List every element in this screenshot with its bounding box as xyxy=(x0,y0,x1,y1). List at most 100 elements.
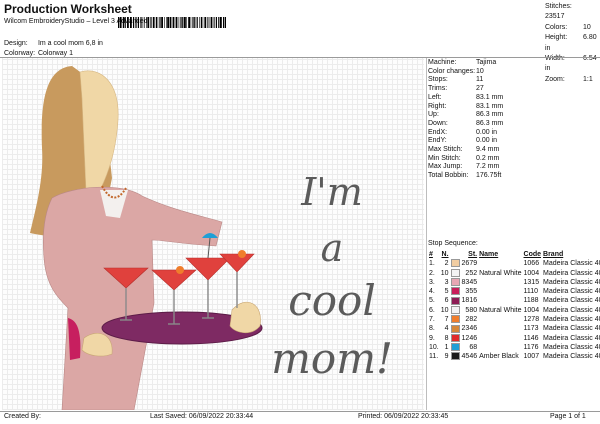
col-index: # xyxy=(429,251,433,258)
color-swatch xyxy=(450,315,461,324)
barcode-bar xyxy=(167,17,169,28)
row-needle: 10 xyxy=(440,306,449,314)
design-text-line1: I'm xyxy=(301,170,363,214)
barcode-bar xyxy=(200,17,202,28)
row-color-name xyxy=(478,296,522,305)
swatch-icon xyxy=(450,296,460,305)
swatch-icon xyxy=(450,268,460,277)
row-brand: Madeira Classic 40 xyxy=(543,334,600,342)
color-swatch xyxy=(450,259,461,268)
barcode-bar xyxy=(140,17,141,28)
row-stitches: 2346 xyxy=(461,325,478,333)
row-code: 1004 xyxy=(523,269,540,277)
page-title: Production Worksheet xyxy=(4,2,132,16)
row-brand: Madeira Classic 40 xyxy=(543,343,600,351)
machine-info-label: Color changes: xyxy=(428,67,476,75)
row-index: 7. xyxy=(429,316,435,324)
machine-info-value: 11 xyxy=(476,76,484,84)
table-row: 2. 10 252 Natural White 1004 Madeira Classic … xyxy=(428,268,600,278)
machine-info-value: 86.3 mm xyxy=(476,111,504,119)
row-index: 9. xyxy=(429,334,435,342)
row-brand: Madeira Classic 40 xyxy=(543,306,600,314)
barcode-bar xyxy=(188,17,190,28)
row-stitches: 580 xyxy=(465,306,478,314)
machine-info-value: 0.00 in xyxy=(476,128,498,136)
barcode-bar xyxy=(142,17,144,28)
barcode-bar xyxy=(202,17,204,28)
summary-panel: Stitches: 23517 Colors: 10 Height: 6.80 in Wid… xyxy=(545,2,600,85)
barcode xyxy=(118,17,226,28)
machine-info-label: EndX: xyxy=(428,128,448,136)
machine-info-label: Min Stitch: xyxy=(428,154,461,162)
summary-row: Colors: 10 xyxy=(545,23,600,33)
swatch-icon xyxy=(450,305,460,314)
colorway-label: Colorway: xyxy=(4,50,36,57)
machine-info-label: Total Bobbin: xyxy=(428,172,469,180)
row-code: 1278 xyxy=(523,316,540,324)
color-swatch xyxy=(450,278,461,287)
swatch-icon xyxy=(450,287,460,296)
machine-info-label: Machine: xyxy=(428,59,457,66)
row-stitches: 2679 xyxy=(461,260,478,268)
barcode-bar xyxy=(124,17,126,28)
table-row: 1. 2 2679 1066 Madeira Classic 40 xyxy=(428,259,600,268)
machine-info-label: Trims: xyxy=(428,85,448,93)
barcode-bar xyxy=(209,17,211,28)
row-needle: 6 xyxy=(444,297,449,305)
color-swatch xyxy=(450,296,461,305)
barcode-bar xyxy=(215,17,217,28)
barcode-bar xyxy=(218,17,220,28)
barcode-bar xyxy=(175,17,178,28)
machine-info-row: Up: 86.3 mm xyxy=(428,111,503,120)
machine-info-value: 27 xyxy=(476,85,484,93)
swatch-icon xyxy=(450,259,460,268)
color-swatch xyxy=(450,333,461,343)
row-code: 1066 xyxy=(523,260,540,268)
summary-row: Stitches: 23517 xyxy=(545,2,600,23)
barcode-bar xyxy=(157,17,159,28)
summary-value: 1:1 xyxy=(583,75,593,83)
barcode-bar xyxy=(119,17,122,28)
barcode-bar xyxy=(194,17,196,28)
machine-info-row: Max Jump: 7.2 mm xyxy=(428,163,503,172)
col-n: N. xyxy=(441,251,449,258)
created-by: Created By: xyxy=(4,413,41,420)
row-color-name: Amber Black xyxy=(479,353,519,361)
machine-info-label: Right: xyxy=(428,102,447,110)
design-text-line3: cool xyxy=(288,276,376,325)
barcode-bar xyxy=(137,17,139,28)
colorway-value: Colorway 1 xyxy=(37,50,73,57)
machine-info-label: Max Jump: xyxy=(428,163,463,171)
row-color-name xyxy=(478,278,522,287)
table-row: 8. 4 2346 1173 Madeira Classic 40 xyxy=(428,324,600,333)
row-index: 2. xyxy=(429,269,435,277)
table-header-row: # N. St. Name Code Brand xyxy=(428,250,600,259)
summary-value: 23517 xyxy=(545,13,565,21)
row-color-name xyxy=(478,259,522,268)
design-row: Design: Im a cool mom 6,8 in xyxy=(4,40,103,47)
table-row: 7. 7 282 1278 Madeira Classic 40 xyxy=(428,315,600,324)
barcode-bar xyxy=(141,17,142,28)
color-swatch xyxy=(450,324,461,333)
row-code: 1315 xyxy=(523,278,540,286)
col-swatch xyxy=(450,250,461,259)
summary-label: Zoom: xyxy=(545,75,565,83)
row-color-name xyxy=(478,287,522,296)
swatch-icon xyxy=(450,352,460,361)
barcode-bar xyxy=(161,17,163,28)
machine-info-value: Tajima xyxy=(476,59,497,66)
barcode-bar xyxy=(152,17,155,28)
row-brand: Madeira Classic 40 xyxy=(543,297,600,305)
row-needle: 1 xyxy=(444,343,449,351)
barcode-bar xyxy=(127,17,129,28)
barcode-bar xyxy=(159,17,161,28)
row-color-name: Natural White xyxy=(479,306,522,314)
row-code: 1176 xyxy=(523,343,539,351)
row-needle: 3 xyxy=(444,278,449,286)
row-code: 1188 xyxy=(523,297,539,305)
swatch-icon xyxy=(450,315,460,324)
barcode-bar xyxy=(207,17,208,28)
table-row: 11. 9 4546 Amber Black 1007 Madeira Classic 4… xyxy=(428,352,600,361)
barcode-bar xyxy=(130,17,132,28)
row-code: 1004 xyxy=(523,306,540,314)
